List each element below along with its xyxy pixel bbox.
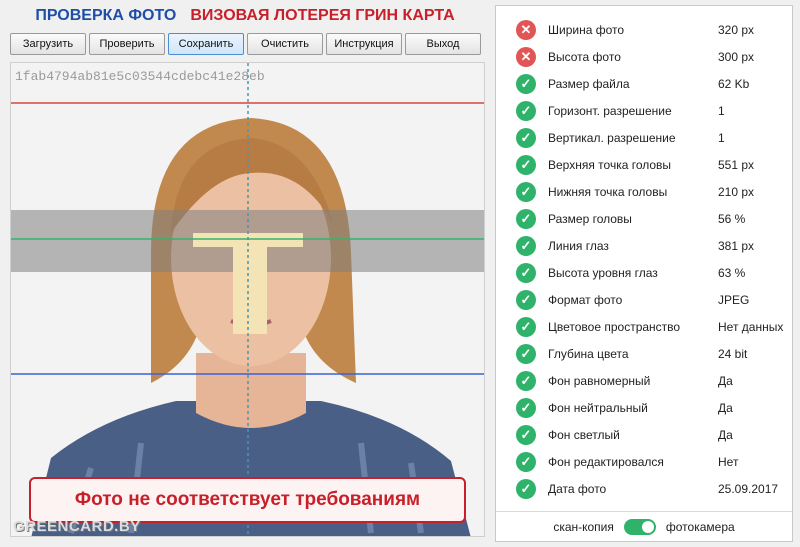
- check-row: ✕ Высота фото 300 px: [496, 43, 792, 70]
- check-row: ✓ Фон редактировался Нет: [496, 448, 792, 475]
- check-label: Ширина фото: [548, 22, 625, 37]
- check-label: Высота уровня глаз: [548, 265, 658, 280]
- check-row: ✓ Размер головы 56 %: [496, 205, 792, 232]
- checkmark-icon: ✓: [516, 397, 536, 418]
- check-label: Фон светлый: [548, 427, 620, 442]
- toggle-knob: [641, 521, 654, 533]
- check-label: Фон редактировался: [548, 454, 664, 469]
- photo-preview: 1fab4794ab81e5c03544cdebc41e28eb Фото не…: [10, 62, 485, 537]
- check-label: Фон равномерный: [548, 373, 651, 388]
- check-row: ✓ Размер файла 62 Kb: [496, 70, 792, 97]
- check-value: 56 %: [718, 211, 746, 226]
- check-label: Высота фото: [548, 49, 621, 64]
- check-value: 210 px: [718, 184, 755, 199]
- checkmark-icon: ✓: [516, 208, 536, 229]
- checkmark-icon: ✓: [516, 370, 536, 391]
- verdict-banner: Фото не соответствует требованиям: [29, 477, 466, 523]
- checkmark-icon: ✓: [516, 73, 536, 94]
- toolbar: Загрузить Проверить Сохранить Очистить И…: [10, 33, 481, 55]
- check-label: Нижняя точка головы: [548, 184, 668, 199]
- checkmark-icon: ✓: [516, 289, 536, 310]
- checkmark-icon: ✓: [516, 424, 536, 445]
- check-row: ✓ Цветовое пространство Нет данных: [496, 313, 792, 340]
- check-value: 381 px: [718, 238, 755, 253]
- instruction-button[interactable]: Инструкция: [326, 33, 402, 55]
- check-label: Линия глаз: [548, 238, 609, 253]
- source-toggle-bar: скан-копия фотокамера: [496, 512, 792, 542]
- app-title: ПРОВЕРКА ФОТО ВИЗОВАЯ ЛОТЕРЕЯ ГРИН КАРТА: [0, 0, 490, 32]
- check-row: ✓ Нижняя точка головы 210 px: [496, 178, 792, 205]
- title-check-photo: ПРОВЕРКА ФОТО: [35, 7, 177, 24]
- check-value: 63 %: [718, 265, 746, 280]
- checkmark-icon: ✓: [516, 262, 536, 283]
- check-label: Цветовое пространство: [548, 319, 681, 334]
- check-row: ✓ Дата фото 25.09.2017: [496, 475, 792, 502]
- load-button[interactable]: Загрузить: [10, 33, 86, 55]
- check-value: 25.09.2017: [718, 481, 779, 496]
- save-button[interactable]: Сохранить: [168, 33, 244, 55]
- check-row: ✓ Горизонт. разрешение 1: [496, 97, 792, 124]
- check-value: 551 px: [718, 157, 755, 172]
- check-value: 24 bit: [718, 346, 748, 361]
- checkmark-icon: ✓: [516, 235, 536, 256]
- check-label: Глубина цвета: [548, 346, 629, 361]
- portrait-image: [11, 63, 484, 536]
- fail-icon: ✕: [516, 19, 536, 40]
- check-value: 300 px: [718, 49, 755, 64]
- checkmark-icon: ✓: [516, 478, 536, 499]
- check-row: ✓ Глубина цвета 24 bit: [496, 340, 792, 367]
- check-row: ✓ Фон светлый Да: [496, 421, 792, 448]
- checkmark-icon: ✓: [516, 451, 536, 472]
- check-label: Размер файла: [548, 76, 630, 91]
- checkmark-icon: ✓: [516, 127, 536, 148]
- check-value: 62 Kb: [718, 76, 750, 91]
- check-value: Да: [718, 427, 733, 442]
- check-value: Нет: [718, 454, 739, 469]
- exit-button[interactable]: Выход: [405, 33, 481, 55]
- fail-icon: ✕: [516, 46, 536, 67]
- check-button[interactable]: Проверить: [89, 33, 165, 55]
- checkmark-icon: ✓: [516, 181, 536, 202]
- camera-label: фотокамера: [665, 520, 735, 534]
- check-row: ✓ Линия глаз 381 px: [496, 232, 792, 259]
- check-row: ✓ Фон нейтральный Да: [496, 394, 792, 421]
- photo-hash: 1fab4794ab81e5c03544cdebc41e28eb: [15, 69, 265, 84]
- source-toggle[interactable]: [623, 519, 656, 535]
- check-label: Вертикал. разрешение: [548, 130, 676, 145]
- check-label: Размер головы: [548, 211, 632, 226]
- check-row: ✓ Вертикал. разрешение 1: [496, 124, 792, 151]
- check-row: ✓ Фон равномерный Да: [496, 367, 792, 394]
- check-row: ✕ Ширина фото 320 px: [496, 16, 792, 43]
- check-value: 1: [718, 130, 725, 145]
- title-lottery: ВИЗОВАЯ ЛОТЕРЕЯ ГРИН КАРТА: [190, 7, 455, 24]
- check-label: Формат фото: [548, 292, 623, 307]
- check-value: Да: [718, 400, 733, 415]
- checkmark-icon: ✓: [516, 343, 536, 364]
- check-value: 1: [718, 103, 725, 118]
- check-row: ✓ Формат фото JPEG: [496, 286, 792, 313]
- check-value: Нет данных: [718, 319, 784, 334]
- check-row: ✓ Верхняя точка головы 551 px: [496, 151, 792, 178]
- check-label: Дата фото: [548, 481, 607, 496]
- scan-copy-label: скан-копия: [553, 520, 614, 534]
- check-label: Фон нейтральный: [548, 400, 648, 415]
- check-label: Верхняя точка головы: [548, 157, 672, 172]
- check-value: JPEG: [718, 292, 750, 307]
- watermark-logo: GREENCARD.BY: [13, 518, 141, 535]
- checkmark-icon: ✓: [516, 316, 536, 337]
- check-value: Да: [718, 373, 733, 388]
- clear-button[interactable]: Очистить: [247, 33, 323, 55]
- check-row: ✓ Высота уровня глаз 63 %: [496, 259, 792, 286]
- checkmark-icon: ✓: [516, 100, 536, 121]
- check-value: 320 px: [718, 22, 755, 37]
- checkmark-icon: ✓: [516, 154, 536, 175]
- check-label: Горизонт. разрешение: [548, 103, 672, 118]
- checks-panel: ✕ Ширина фото 320 px ✕ Высота фото 300 p…: [495, 5, 793, 542]
